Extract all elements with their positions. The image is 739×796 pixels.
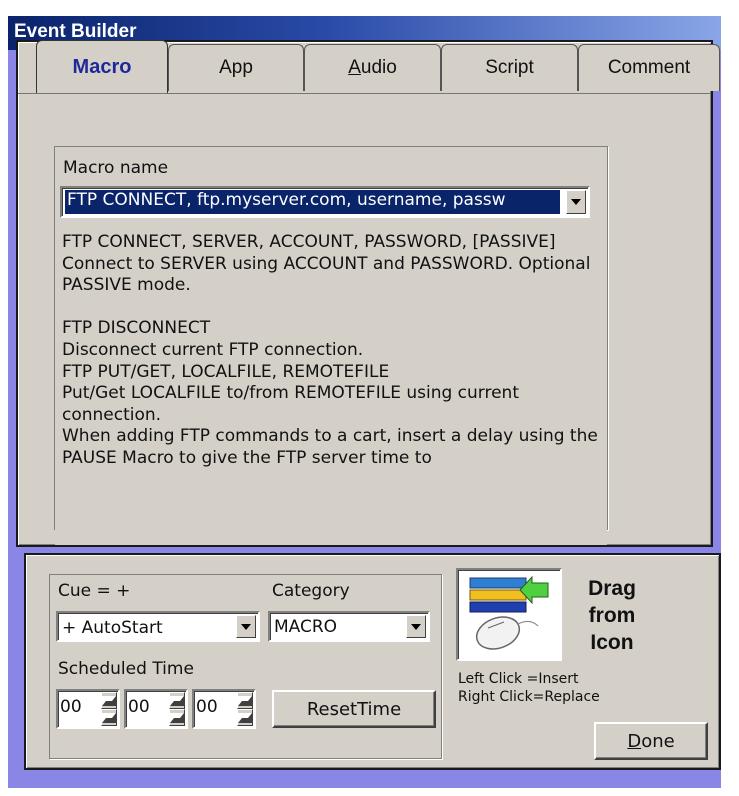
arrow-up-icon (238, 695, 252, 706)
macro-description: FTP CONNECT, SERVER, ACCOUNT, PASSWORD, … (62, 232, 602, 470)
desc-line: FTP PUT/GET, LOCALFILE, REMOTEFILE (62, 361, 390, 382)
desc-line: Connect to SERVER using ACCOUNT and PASS… (62, 253, 591, 296)
macro-name-label: Macro name (63, 158, 169, 178)
minutes-spinner[interactable]: 00 (124, 689, 188, 729)
tab-app[interactable]: App (168, 44, 304, 91)
scheduled-time-label: Scheduled Time (58, 659, 194, 679)
desc-line: Disconnect current FTP connection. (62, 339, 364, 360)
macro-name-dropdown[interactable]: FTP CONNECT, ftp.myserver.com, username,… (60, 186, 590, 218)
tab-script[interactable]: Script (441, 44, 578, 91)
tab-script-label: Script (485, 57, 534, 78)
desc-line: When adding FTP commands to a cart, inse… (62, 426, 598, 468)
minutes-down-button[interactable] (169, 709, 185, 726)
done-accel: D (627, 730, 642, 752)
drag-line: Icon (590, 631, 634, 654)
tab-audio[interactable]: Audio (304, 44, 441, 91)
desc-line: Put/Get LOCALFILE to/from REMOTEFILE usi… (62, 383, 519, 425)
seconds-down-button[interactable] (237, 709, 253, 726)
desc-line: FTP CONNECT, SERVER, ACCOUNT, PASSWORD, … (62, 232, 556, 252)
desc-line: FTP DISCONNECT (62, 318, 211, 339)
hours-spinner[interactable]: 00 (56, 689, 120, 729)
drag-icon-box[interactable] (456, 568, 562, 661)
arrow-up-icon (170, 695, 184, 706)
hours-value: 00 (60, 697, 82, 717)
drag-insert-icon (469, 575, 549, 650)
minutes-value: 00 (128, 697, 150, 717)
category-value: MACRO (274, 617, 338, 637)
cue-dropdown-button[interactable] (236, 615, 256, 638)
minutes-up-button[interactable] (169, 692, 185, 709)
seconds-value: 00 (196, 697, 218, 717)
cue-value: + AutoStart (62, 618, 163, 638)
tab-audio-accel: A (348, 57, 361, 78)
chevron-down-icon (411, 623, 421, 630)
macro-name-value: FTP CONNECT, ftp.myserver.com, username,… (65, 190, 560, 214)
macro-dropdown-button[interactable] (566, 190, 586, 214)
tab-audio-rest: udio (360, 57, 397, 78)
cue-label: Cue = + (58, 581, 131, 601)
done-rest: one (641, 730, 675, 752)
done-button[interactable]: Done (594, 722, 708, 760)
drag-from-icon-text: Drag from Icon (572, 575, 652, 656)
category-dropdown[interactable]: MACRO (268, 611, 430, 642)
chevron-down-icon (571, 199, 581, 205)
arrow-down-icon (170, 712, 184, 723)
tab-app-label: App (219, 57, 253, 78)
category-label: Category (272, 581, 350, 601)
tab-audio-label: Audio (348, 57, 397, 79)
arrow-down-icon (238, 712, 252, 723)
tab-comment[interactable]: Comment (578, 44, 720, 91)
right-click-hint: Right Click=Replace (458, 689, 600, 705)
hours-up-button[interactable] (101, 692, 117, 709)
cue-dropdown[interactable]: + AutoStart (56, 611, 260, 642)
seconds-up-button[interactable] (237, 692, 253, 709)
desc-clip (55, 529, 607, 545)
left-click-hint: Left Click =Insert (458, 671, 579, 687)
arrow-down-icon (102, 712, 116, 723)
category-dropdown-button[interactable] (406, 615, 426, 638)
reset-time-button[interactable]: ResetTime (272, 690, 436, 728)
drag-line: from (588, 604, 636, 627)
hours-down-button[interactable] (101, 709, 117, 726)
chevron-down-icon (241, 623, 251, 630)
desc-line (62, 297, 602, 319)
drag-line: Drag (588, 577, 636, 600)
tab-macro-label: Macro (72, 55, 132, 78)
arrow-up-icon (102, 695, 116, 706)
tab-divider (18, 93, 710, 94)
seconds-spinner[interactable]: 00 (192, 689, 256, 729)
tab-comment-label: Comment (607, 57, 691, 78)
tab-macro[interactable]: Macro (36, 40, 168, 93)
done-label: Done (627, 731, 674, 752)
